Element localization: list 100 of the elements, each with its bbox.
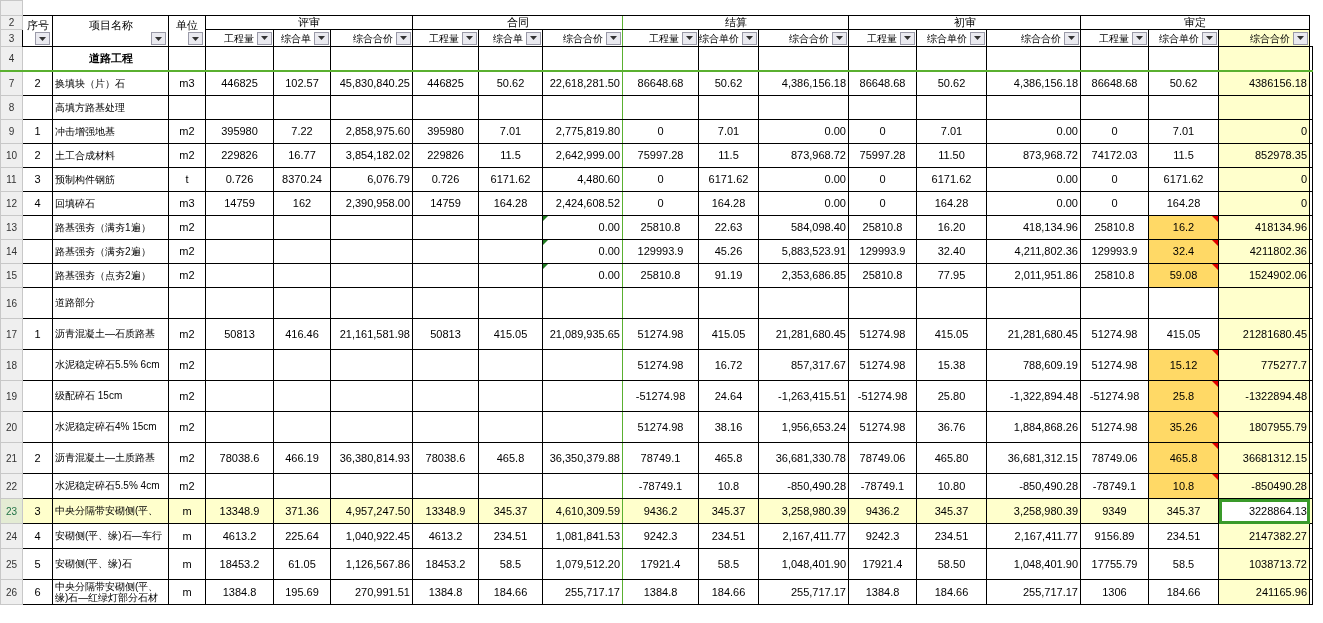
filter-dropdown-button[interactable] bbox=[742, 31, 757, 45]
table-cell: 255,717.17 bbox=[986, 579, 1081, 605]
table-cell: 21281680.45 bbox=[1218, 318, 1310, 350]
table-cell: 6171.62 bbox=[916, 167, 987, 192]
item-name: 回填碎石 bbox=[52, 191, 169, 216]
filter-dropdown-button[interactable] bbox=[900, 31, 915, 45]
unit-cell: m3 bbox=[168, 191, 206, 216]
table-cell: 788,609.19 bbox=[986, 349, 1081, 381]
table-cell: 25810.8 bbox=[1080, 263, 1149, 288]
table-cell: 75997.28 bbox=[622, 143, 699, 168]
table-cell: 164.28 bbox=[698, 191, 759, 216]
column-header: 工程量 bbox=[867, 32, 897, 44]
item-name: 预制构件钢筋 bbox=[52, 167, 169, 192]
table-cell: 418134.96 bbox=[1218, 215, 1310, 240]
row-number: 18 bbox=[0, 349, 23, 381]
row-number: 25 bbox=[0, 548, 23, 580]
table-cell: 0 bbox=[622, 167, 699, 192]
table-cell: 1,884,868.26 bbox=[986, 411, 1081, 443]
table-cell: 234.51 bbox=[916, 523, 987, 549]
table-cell: 225.64 bbox=[273, 523, 331, 549]
row-number: 16 bbox=[0, 287, 23, 319]
unit-cell: m bbox=[168, 523, 206, 549]
table-cell: 1,040,922.45 bbox=[330, 523, 413, 549]
column-header: 综合合价 bbox=[353, 32, 393, 44]
table-cell: 18453.2 bbox=[205, 548, 274, 580]
caret-icon bbox=[1068, 36, 1075, 40]
column-group-header: 审定 bbox=[1080, 15, 1310, 30]
table-cell: 17921.4 bbox=[848, 548, 917, 580]
table-cell: 36,681,330.78 bbox=[758, 442, 849, 474]
column-header: 综合合价 bbox=[789, 32, 829, 44]
table-cell: 395980 bbox=[205, 119, 274, 144]
table-cell: 5,883,523.91 bbox=[758, 239, 849, 264]
filter-dropdown-button[interactable] bbox=[188, 32, 203, 45]
table-cell: 0 bbox=[1218, 119, 1310, 144]
item-name: 道路部分 bbox=[52, 287, 169, 319]
table-cell: -78749.1 bbox=[848, 473, 917, 499]
table-cell: 184.66 bbox=[698, 579, 759, 605]
table-cell: 465.80 bbox=[916, 442, 987, 474]
sequence-number: 2 bbox=[22, 442, 53, 474]
table-cell: 102.57 bbox=[273, 70, 331, 96]
caret-icon bbox=[39, 36, 46, 41]
table-cell: 22,618,281.50 bbox=[542, 70, 623, 96]
filter-dropdown-button[interactable] bbox=[462, 31, 477, 45]
table-cell: 58.5 bbox=[1148, 548, 1219, 580]
filter-dropdown-button[interactable] bbox=[970, 31, 985, 45]
filter-dropdown-button[interactable] bbox=[35, 32, 50, 45]
row-number: 21 bbox=[0, 442, 23, 474]
table-cell: 10.80 bbox=[916, 473, 987, 499]
table-cell: 7.01 bbox=[1148, 119, 1219, 144]
filter-dropdown-button[interactable] bbox=[832, 31, 847, 45]
row-number: 9 bbox=[0, 119, 23, 144]
unit-cell: m2 bbox=[168, 349, 206, 381]
table-cell[interactable]: 3228864.13 bbox=[1218, 498, 1310, 524]
table-cell: 4,957,247.50 bbox=[330, 498, 413, 524]
filter-dropdown-button[interactable] bbox=[1132, 31, 1147, 45]
table-cell: 395980 bbox=[412, 119, 479, 144]
table-cell: 11.50 bbox=[916, 143, 987, 168]
table-cell: 24.64 bbox=[698, 380, 759, 412]
table-cell: 11.5 bbox=[478, 143, 543, 168]
filter-dropdown-button[interactable] bbox=[1064, 31, 1079, 45]
table-cell: 415.05 bbox=[478, 318, 543, 350]
table-cell: 465.8 bbox=[1148, 442, 1219, 474]
filter-dropdown-button[interactable] bbox=[1202, 31, 1217, 45]
table-cell: 0.00 bbox=[986, 119, 1081, 144]
table-cell: 11.5 bbox=[1148, 143, 1219, 168]
filter-dropdown-button[interactable] bbox=[314, 31, 329, 45]
sequence-number: 2 bbox=[22, 143, 53, 168]
filter-dropdown-button[interactable] bbox=[606, 31, 621, 45]
filter-dropdown-button[interactable] bbox=[257, 31, 272, 45]
table-cell: 7.01 bbox=[698, 119, 759, 144]
table-cell: 0.00 bbox=[758, 119, 849, 144]
row-number: 4 bbox=[0, 46, 23, 71]
table-cell: 2,775,819.80 bbox=[542, 119, 623, 144]
caret-icon bbox=[1206, 36, 1213, 40]
column-header: 综合单 bbox=[281, 32, 311, 44]
table-cell: 91.19 bbox=[698, 263, 759, 288]
table-cell: 35.26 bbox=[1148, 411, 1219, 443]
item-name: 中央分隔带安砌侧(平、 bbox=[52, 498, 169, 524]
row-number: 24 bbox=[0, 523, 23, 549]
table-cell: 129993.9 bbox=[848, 239, 917, 264]
column-header: 项目名称 bbox=[88, 18, 133, 31]
table-cell: 51274.98 bbox=[848, 318, 917, 350]
caret-icon bbox=[318, 36, 325, 40]
table-cell: 14759 bbox=[205, 191, 274, 216]
filter-dropdown-button[interactable] bbox=[526, 31, 541, 45]
filter-dropdown-button[interactable] bbox=[151, 32, 166, 45]
item-name: 冲击增强地基 bbox=[52, 119, 169, 144]
table-cell: 0 bbox=[1080, 191, 1149, 216]
row-number: 7 bbox=[0, 70, 23, 96]
item-name: 土工合成材料 bbox=[52, 143, 169, 168]
unit-cell: m2 bbox=[168, 318, 206, 350]
column-header: 单位 bbox=[176, 18, 198, 31]
sequence-number: 2 bbox=[22, 70, 53, 96]
filter-dropdown-button[interactable] bbox=[1293, 31, 1308, 45]
item-name: 路基强夯（点夯2遍） bbox=[52, 263, 169, 288]
table-cell: 6,076.79 bbox=[330, 167, 413, 192]
filter-dropdown-button[interactable] bbox=[396, 31, 411, 45]
table-cell: 11.5 bbox=[698, 143, 759, 168]
filter-dropdown-button[interactable] bbox=[682, 31, 697, 45]
table-cell: 9242.3 bbox=[848, 523, 917, 549]
